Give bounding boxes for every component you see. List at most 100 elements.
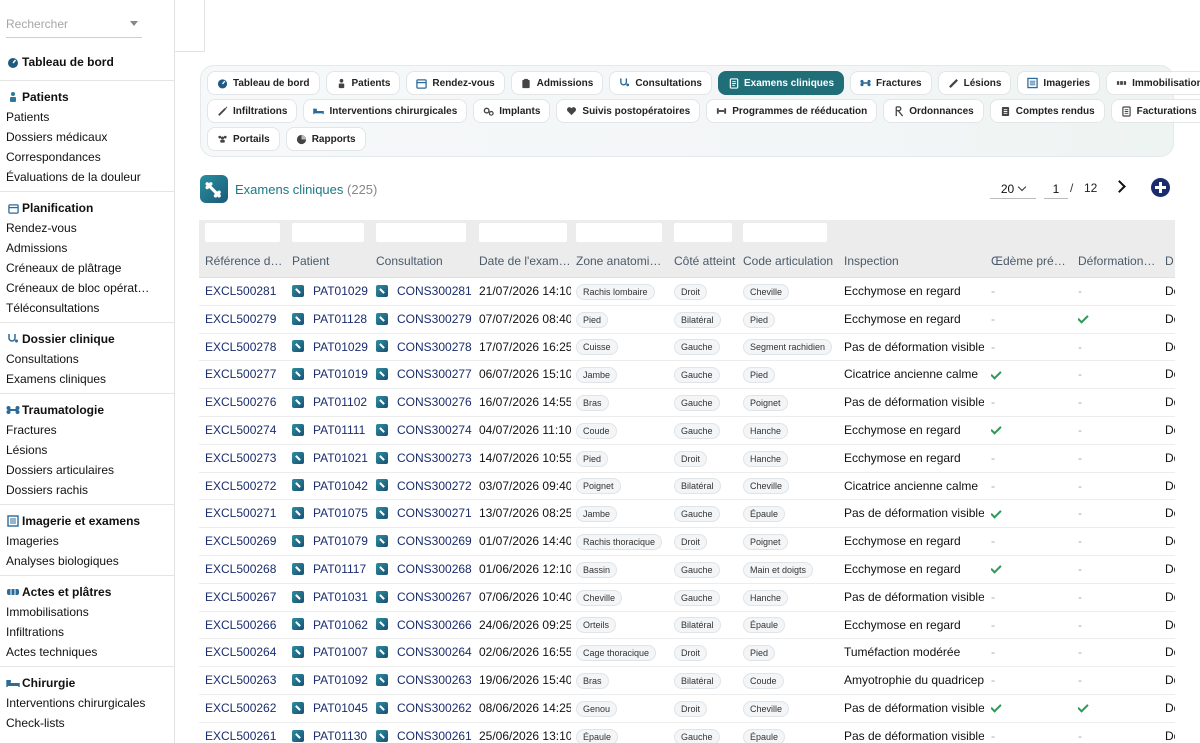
consultation-link[interactable]: CONS300263 — [397, 673, 472, 687]
reference-link[interactable]: EXCL500269 — [205, 528, 285, 555]
sidebar-item[interactable]: Lésions — [0, 440, 170, 460]
table-row[interactable]: EXCL500271 PAT01075 CONS300271 13/07/2026 0… — [199, 500, 1175, 529]
page-number-input[interactable]: 1 — [1044, 179, 1068, 199]
table-row[interactable]: EXCL500272 PAT01042 CONS300272 03/07/2026 0… — [199, 472, 1175, 501]
sidebar-item[interactable]: Analyses biologiques — [0, 551, 170, 571]
table-row[interactable]: EXCL500276 PAT01102 CONS300276 16/07/2026 1… — [199, 389, 1175, 417]
sidebar-item[interactable]: Admissions — [0, 238, 170, 258]
consultation-link[interactable]: CONS300274 — [397, 423, 472, 437]
patient-link[interactable]: PAT01031 — [313, 590, 368, 604]
column-filter-input[interactable] — [576, 223, 662, 242]
record-link-icon[interactable] — [292, 340, 304, 353]
record-link-icon[interactable] — [292, 535, 304, 548]
consultation-link[interactable]: CONS300271 — [397, 506, 472, 520]
record-link-icon[interactable] — [292, 396, 304, 409]
consultation-link[interactable]: CONS300278 — [397, 340, 472, 354]
record-link-icon[interactable] — [376, 451, 388, 464]
sidebar-item[interactable]: Infiltrations — [0, 622, 170, 642]
reference-link[interactable]: EXCL500267 — [205, 584, 285, 611]
table-row[interactable]: EXCL500274 PAT01111 CONS300274 04/07/2026 1… — [199, 417, 1175, 445]
reference-link[interactable]: EXCL500272 — [205, 473, 285, 500]
table-row[interactable]: EXCL500264 PAT01007 CONS300264 02/06/2026 1… — [199, 639, 1175, 668]
sidebar-item[interactable]: Dossiers médicaux — [0, 127, 170, 147]
tab-0-3[interactable]: Admissions — [510, 71, 604, 95]
column-header[interactable]: Côté atteint — [674, 254, 736, 268]
tab-0-9[interactable]: Immobilisations — [1106, 71, 1200, 95]
patient-link[interactable]: PAT01075 — [313, 506, 368, 520]
tab-0-4[interactable]: Consultations — [609, 71, 712, 95]
tab-1-6[interactable]: Comptes rendus — [989, 99, 1105, 123]
sidebar-item[interactable]: Évaluations de la douleur — [0, 167, 170, 187]
column-header[interactable]: Référence d… — [205, 254, 285, 268]
record-link-icon[interactable] — [292, 479, 304, 492]
patient-link[interactable]: PAT01021 — [313, 451, 368, 465]
tab-0-2[interactable]: Rendez-vous — [406, 71, 505, 95]
add-record-button[interactable] — [1151, 178, 1170, 197]
sidebar-section-header[interactable]: Patients — [0, 87, 174, 107]
sidebar-item[interactable]: Interventions chirurgicales — [0, 693, 170, 713]
table-row[interactable]: EXCL500279 PAT01128 CONS300279 07/07/2026 0… — [199, 305, 1175, 334]
record-link-icon[interactable] — [376, 674, 388, 687]
table-row[interactable]: EXCL500267 PAT01031 CONS300267 07/06/2026 1… — [199, 583, 1175, 612]
sidebar-item[interactable]: Dossiers rachis — [0, 480, 170, 500]
record-link-icon[interactable] — [376, 646, 388, 659]
reference-link[interactable]: EXCL500277 — [205, 361, 285, 388]
reference-link[interactable]: EXCL500278 — [205, 334, 285, 361]
column-header[interactable]: Date de l'examen — [479, 254, 571, 268]
sidebar-section-header[interactable]: Tableau de bord — [0, 52, 174, 72]
record-link-icon[interactable] — [376, 423, 388, 436]
column-header[interactable]: Inspection — [844, 254, 984, 268]
record-link-icon[interactable] — [292, 701, 304, 714]
tab-0-5[interactable]: Examens cliniques — [718, 71, 845, 95]
consultation-link[interactable]: CONS300281 — [397, 284, 472, 298]
column-header[interactable]: Patient — [292, 254, 370, 268]
record-link-icon[interactable] — [292, 729, 304, 742]
sidebar-section-header[interactable]: Planification — [0, 198, 174, 218]
record-link-icon[interactable] — [292, 423, 304, 436]
record-link-icon[interactable] — [376, 284, 388, 297]
consultation-link[interactable]: CONS300273 — [397, 451, 472, 465]
column-filter-input[interactable] — [376, 223, 466, 242]
reference-link[interactable]: EXCL500264 — [205, 639, 285, 666]
record-link-icon[interactable] — [376, 479, 388, 492]
tab-0-8[interactable]: Imageries — [1017, 71, 1101, 95]
column-header[interactable]: Zone anatomique — [576, 254, 668, 268]
consultation-link[interactable]: CONS300261 — [397, 729, 472, 743]
column-header[interactable]: Œdème prés… — [991, 254, 1071, 268]
consultation-link[interactable]: CONS300279 — [397, 312, 472, 326]
patient-link[interactable]: PAT01111 — [313, 423, 365, 437]
sidebar-search[interactable] — [6, 12, 142, 38]
tab-0-0[interactable]: Tableau de bord — [207, 71, 320, 95]
tab-2-1[interactable]: Rapports — [285, 127, 366, 151]
record-link-icon[interactable] — [292, 562, 304, 575]
patient-link[interactable]: PAT01029 — [313, 284, 368, 298]
sidebar-item[interactable]: Patients — [0, 107, 170, 127]
patient-link[interactable]: PAT01130 — [313, 729, 367, 743]
table-row[interactable]: EXCL500262 PAT01045 CONS300262 08/06/2026 1… — [199, 695, 1175, 723]
patient-link[interactable]: PAT01007 — [313, 645, 368, 659]
column-header[interactable]: Code articulation — [743, 254, 837, 268]
patient-link[interactable]: PAT01062 — [313, 618, 368, 632]
record-link-icon[interactable] — [376, 396, 388, 409]
tab-1-2[interactable]: Implants — [473, 99, 551, 123]
record-link-icon[interactable] — [292, 590, 304, 603]
tab-0-6[interactable]: Fractures — [850, 71, 932, 95]
consultation-link[interactable]: CONS300277 — [397, 367, 472, 381]
consultation-link[interactable]: CONS300262 — [397, 701, 472, 715]
table-row[interactable]: EXCL500273 PAT01021 CONS300273 14/07/2026 1… — [199, 444, 1175, 473]
patient-link[interactable]: PAT01019 — [313, 367, 368, 381]
tab-1-3[interactable]: Suivis postopératoires — [556, 99, 701, 123]
reference-link[interactable]: EXCL500276 — [205, 389, 285, 416]
column-filter-input[interactable] — [205, 223, 280, 242]
reference-link[interactable]: EXCL500261 — [205, 723, 285, 743]
record-link-icon[interactable] — [376, 701, 388, 714]
table-row[interactable]: EXCL500266 PAT01062 CONS300266 24/06/2026 0… — [199, 611, 1175, 640]
record-link-icon[interactable] — [376, 340, 388, 353]
patient-link[interactable]: PAT01029 — [313, 340, 368, 354]
chevron-down-icon[interactable] — [130, 21, 138, 26]
search-input[interactable] — [6, 12, 124, 36]
tab-1-7[interactable]: Facturations — [1110, 99, 1200, 123]
table-row[interactable]: EXCL500263 PAT01092 CONS300263 19/06/2026 1… — [199, 667, 1175, 695]
sidebar-item[interactable]: Rendez-vous — [0, 218, 170, 238]
reference-link[interactable]: EXCL500281 — [205, 278, 285, 305]
